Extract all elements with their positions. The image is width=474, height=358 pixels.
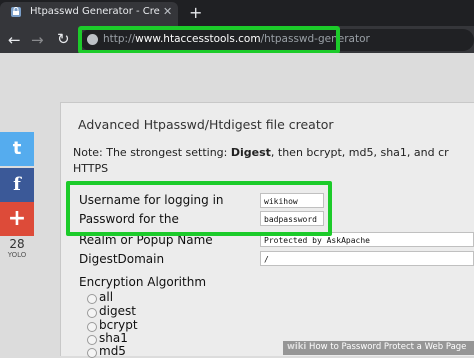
watermark: wiki How to Password Protect a Web Page (287, 342, 466, 352)
radio-md5[interactable] (87, 348, 97, 358)
page-title: Advanced Htpasswd/Htdigest file creator (78, 117, 334, 132)
note-bold: Digest (230, 146, 271, 159)
new-tab-button[interactable]: + (189, 3, 202, 22)
facebook-share-icon[interactable]: f (0, 168, 34, 202)
watermark-caption: How to Password Protect a Web Page (309, 342, 467, 352)
watermark-brand: wiki (287, 342, 307, 352)
radio-bcrypt-label: bcrypt (99, 318, 138, 332)
strength-note-line2: HTTPS (73, 162, 109, 175)
radio-all[interactable] (87, 294, 97, 304)
reload-icon[interactable]: ↻ (57, 30, 70, 48)
digest-domain-input[interactable]: / (260, 251, 474, 266)
radio-sha1-label: sha1 (99, 331, 128, 345)
radio-digest-label: digest (99, 304, 136, 318)
digest-domain-label: DigestDomain (79, 252, 165, 266)
share-count-label: YOLO (7, 251, 27, 259)
radio-sha1[interactable] (87, 335, 97, 345)
note-suffix: , then bcrypt, md5, sha1, and cr (270, 146, 449, 159)
strength-note: Note: The strongest setting: Digest, the… (73, 146, 449, 159)
forward-arrow-icon[interactable]: → (31, 31, 44, 49)
googleplus-share-icon[interactable]: + (0, 202, 34, 236)
encryption-label: Encryption Algorithm (79, 275, 207, 289)
radio-md5-label: md5 (99, 344, 126, 358)
radio-bcrypt[interactable] (87, 322, 97, 332)
radio-digest[interactable] (87, 308, 97, 318)
radio-all-label: all (99, 290, 114, 304)
share-count: 28 (9, 237, 25, 251)
close-tab-icon[interactable]: ✕ (163, 5, 172, 18)
twitter-share-icon[interactable]: t (0, 132, 34, 166)
htaccess-favicon-icon (11, 7, 21, 17)
note-prefix: Note: The strongest setting: (73, 146, 231, 159)
credentials-highlight (66, 181, 332, 236)
back-arrow-icon[interactable]: ← (8, 31, 21, 49)
address-bar-highlight (78, 26, 340, 54)
tab-title: Htpasswd Generator - Create Ht (30, 6, 160, 17)
